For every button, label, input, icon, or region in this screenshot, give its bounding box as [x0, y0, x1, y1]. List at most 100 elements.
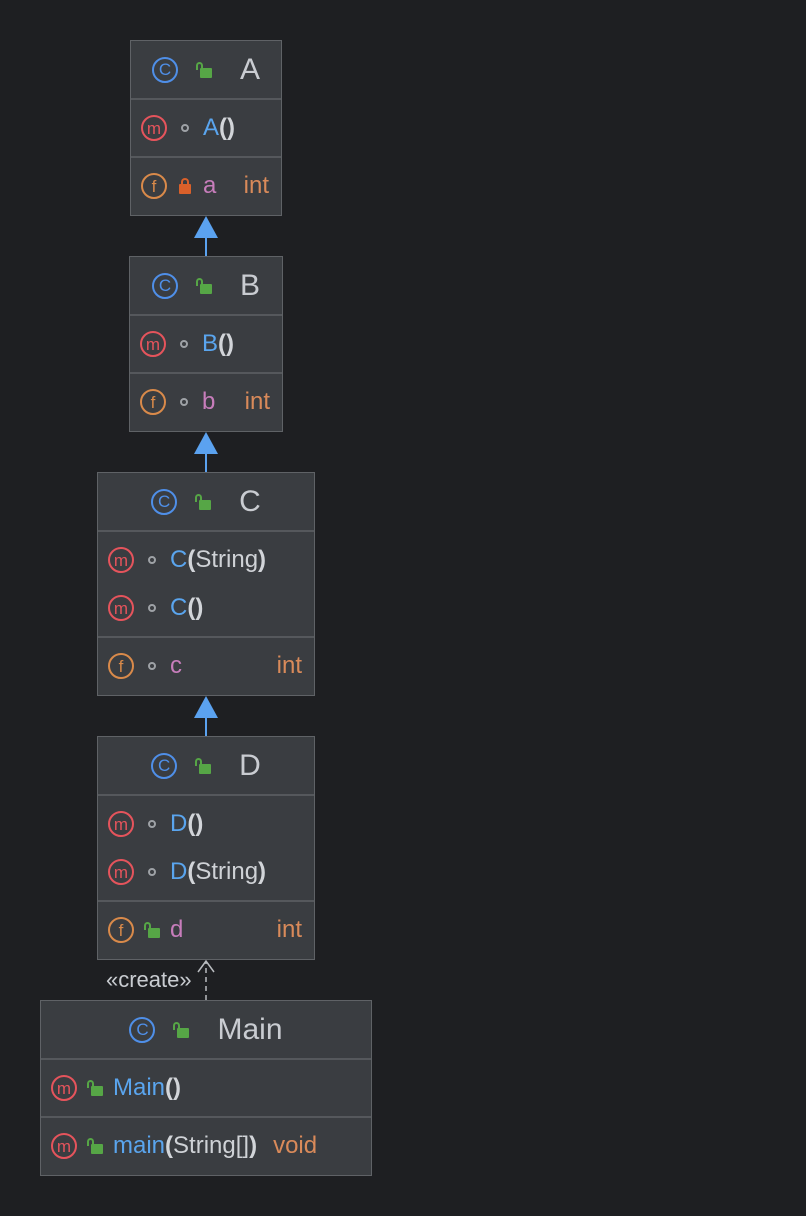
- method-icon: m: [108, 859, 134, 885]
- class-a[interactable]: C A m A() f a int: [130, 40, 282, 216]
- inheritance-arrow-b-to-a[interactable]: [194, 216, 218, 256]
- method-name: Main: [113, 1074, 166, 1101]
- method-params: String[]: [173, 1132, 250, 1159]
- methods-section: m C(String) m C(): [98, 532, 314, 638]
- close-paren: ): [195, 810, 204, 837]
- close-paren: ): [195, 594, 204, 621]
- method-name: C: [170, 546, 188, 573]
- package-visibility-icon: [176, 336, 192, 352]
- class-a-header: C A: [131, 41, 281, 100]
- package-visibility-icon: [144, 864, 160, 880]
- package-visibility-icon: [144, 816, 160, 832]
- open-paren: (: [218, 330, 227, 357]
- class-icon: C: [151, 272, 178, 299]
- method-name: B: [202, 330, 219, 357]
- method-row[interactable]: m D(): [98, 800, 314, 848]
- method-row[interactable]: m C(): [98, 584, 314, 632]
- class-name: C: [239, 484, 261, 518]
- field-name: a: [203, 172, 217, 199]
- open-paren: (: [165, 1074, 174, 1101]
- open-paren: (: [187, 594, 196, 621]
- package-visibility-icon: [144, 658, 160, 674]
- method-row[interactable]: m D(String): [98, 848, 314, 896]
- create-label: «create»: [106, 967, 192, 992]
- public-lock-icon: [195, 493, 212, 510]
- class-name: A: [239, 52, 260, 86]
- method-row[interactable]: m Main(): [41, 1064, 371, 1112]
- class-icon: C: [151, 56, 178, 83]
- class-c[interactable]: C C m C(String) m C() f c int: [97, 472, 315, 696]
- method-name: D: [170, 858, 188, 885]
- public-lock-icon: [87, 1080, 103, 1096]
- field-type: int: [244, 388, 270, 415]
- private-lock-icon: [177, 178, 193, 194]
- method-name: C: [170, 594, 188, 621]
- close-paren: ): [226, 330, 235, 357]
- method-row[interactable]: m A(): [131, 104, 281, 152]
- field-row[interactable]: f c int: [98, 642, 314, 690]
- field-type: int: [276, 652, 302, 679]
- field-icon: f: [108, 917, 134, 943]
- method-icon: m: [51, 1133, 77, 1159]
- open-paren: (: [187, 810, 196, 837]
- public-lock-icon: [87, 1138, 103, 1154]
- class-icon: C: [151, 488, 178, 515]
- method-icon: m: [108, 547, 134, 573]
- field-name: c: [170, 652, 182, 679]
- class-b[interactable]: C B m B() f b int: [129, 256, 283, 432]
- field-name: b: [202, 388, 216, 415]
- field-type: int: [276, 916, 302, 943]
- public-lock-icon: [195, 61, 212, 78]
- open-paren: (: [219, 114, 228, 141]
- field-name: d: [170, 916, 184, 943]
- close-paren: ): [258, 546, 267, 573]
- method-name: A: [203, 114, 220, 141]
- public-lock-icon: [173, 1021, 190, 1038]
- class-d[interactable]: C D m D() m D(String) f d int: [97, 736, 315, 960]
- method-icon: m: [141, 115, 167, 141]
- methods-section: m main(String[]) void: [41, 1118, 371, 1174]
- class-icon: C: [151, 752, 178, 779]
- package-visibility-icon: [144, 552, 160, 568]
- inheritance-arrow-d-to-c[interactable]: [194, 696, 218, 736]
- fields-section: f d int: [98, 902, 314, 958]
- package-visibility-icon: [176, 394, 192, 410]
- class-d-header: C D: [98, 737, 314, 796]
- class-main[interactable]: C Main m Main() m main(String[]) void: [40, 1000, 372, 1176]
- method-params: String: [195, 546, 259, 573]
- method-icon: m: [51, 1075, 77, 1101]
- method-row[interactable]: m main(String[]) void: [41, 1122, 371, 1170]
- public-lock-icon: [144, 922, 160, 938]
- class-icon: C: [129, 1016, 156, 1043]
- return-type: void: [273, 1132, 318, 1159]
- fields-section: f a int: [131, 158, 281, 214]
- fields-section: f b int: [130, 374, 282, 430]
- class-b-header: C B: [130, 257, 282, 316]
- public-lock-icon: [195, 757, 212, 774]
- method-row[interactable]: m B(): [130, 320, 282, 368]
- field-icon: f: [140, 389, 166, 415]
- close-paren: ): [227, 114, 236, 141]
- methods-section: m A(): [131, 100, 281, 158]
- close-paren: ): [173, 1074, 182, 1101]
- method-icon: m: [108, 595, 134, 621]
- field-row[interactable]: f d int: [98, 906, 314, 954]
- close-paren: ): [249, 1132, 258, 1159]
- methods-section: m B(): [130, 316, 282, 374]
- create-dependency-main-to-d[interactable]: [197, 959, 215, 1000]
- field-icon: f: [108, 653, 134, 679]
- method-row[interactable]: m C(String): [98, 536, 314, 584]
- public-lock-icon: [195, 277, 212, 294]
- inheritance-arrow-c-to-b[interactable]: [194, 432, 218, 472]
- method-name: D: [170, 810, 188, 837]
- close-paren: ): [258, 858, 267, 885]
- field-row[interactable]: f a int: [131, 162, 281, 210]
- class-name: B: [239, 268, 260, 302]
- field-row[interactable]: f b int: [130, 378, 282, 426]
- package-visibility-icon: [177, 120, 193, 136]
- open-paren: (: [187, 858, 196, 885]
- field-icon: f: [141, 173, 167, 199]
- methods-section: m D() m D(String): [98, 796, 314, 902]
- class-c-header: C C: [98, 473, 314, 532]
- method-icon: m: [140, 331, 166, 357]
